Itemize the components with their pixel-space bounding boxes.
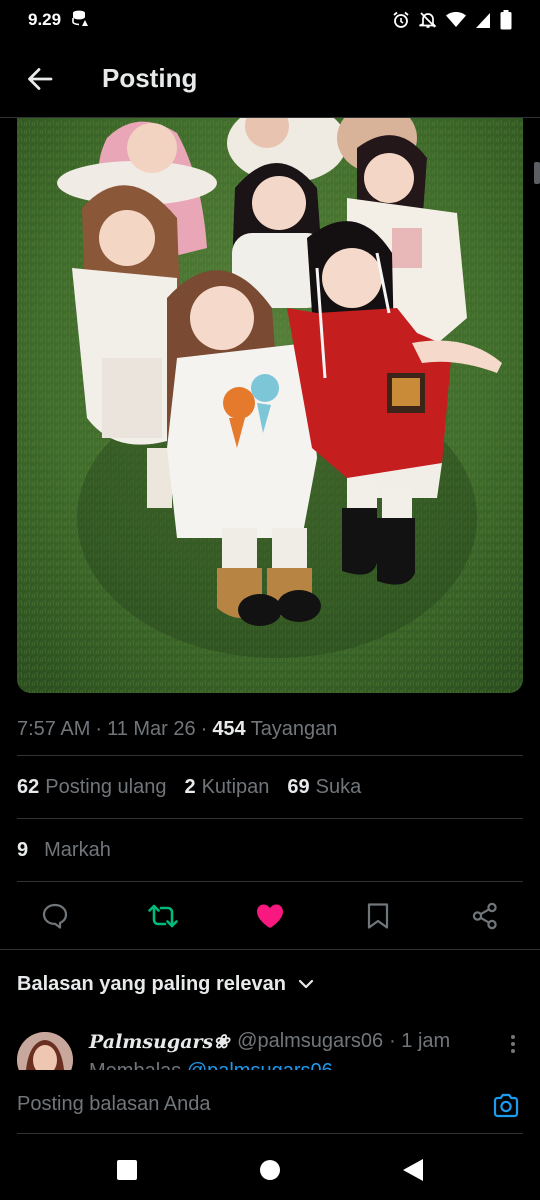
reposts-label: Posting ulang [45, 775, 167, 798]
post-time: 7:57 AM [17, 718, 91, 740]
app-header: Posting [0, 40, 540, 118]
views-label: Tayangan [250, 718, 338, 740]
likes-label: Suka [315, 775, 362, 798]
separator: · [95, 718, 103, 740]
likes-stat[interactable]: 69 Suka [287, 776, 361, 799]
quotes-label: Kutipan [201, 775, 270, 798]
page-title: Posting [102, 63, 198, 93]
likes-count: 69 [287, 775, 310, 798]
mute-icon [419, 11, 437, 29]
status-time: 9.29 [28, 10, 62, 29]
share-icon [472, 902, 497, 929]
divider [17, 1133, 523, 1134]
square-icon [116, 1160, 137, 1180]
bookmarks-label: Markah [44, 838, 111, 861]
replies-sort-dropdown[interactable]: Balasan yang paling relevan [17, 966, 314, 1002]
quotes-count: 2 [184, 775, 196, 798]
post-meta: 7:57 AM · 11 Mar 26 · 454 Tayangan [17, 706, 523, 756]
post-stats: 62 Posting ulang 2 Kutipan 69 Suka [17, 756, 523, 819]
avatar[interactable] [17, 1032, 73, 1070]
wifi-icon [446, 11, 466, 29]
recents-button[interactable] [107, 1150, 147, 1190]
share-button[interactable] [470, 901, 500, 931]
like-button[interactable] [255, 901, 285, 931]
reply-display-name[interactable]: Palmsugars❀ [89, 1031, 229, 1053]
triangle-back-icon [403, 1159, 424, 1181]
back-button[interactable] [20, 59, 60, 99]
camera-button[interactable] [490, 1090, 522, 1122]
more-options-icon[interactable] [505, 1032, 521, 1056]
scrollbar[interactable] [534, 162, 540, 184]
alarm-icon [392, 11, 410, 29]
bookmarks-stat[interactable]: 9 Markah [17, 819, 523, 882]
like-icon [257, 904, 283, 928]
bookmark-icon [367, 902, 388, 929]
reply-input[interactable]: Posting balasan Anda [17, 1084, 477, 1124]
reply-context: Membalas @palmsugars06 [89, 1060, 333, 1070]
reply-item[interactable]: Palmsugars❀ @palmsugars06 · 1 jam Membal… [17, 1030, 527, 1070]
home-button[interactable] [250, 1150, 290, 1190]
reply-context-prefix: Membalas [89, 1060, 187, 1070]
reply-icon [42, 903, 68, 929]
reply-header: Palmsugars❀ @palmsugars06 · 1 jam [89, 1030, 450, 1053]
replies-sort-label: Balasan yang paling relevan [17, 972, 286, 995]
signal-icon [475, 11, 491, 29]
camera-icon [493, 1093, 519, 1118]
repost-icon [147, 904, 178, 927]
reply-button[interactable] [40, 901, 70, 931]
reply-handle[interactable]: @palmsugars06 [237, 1030, 383, 1053]
bookmarks-count: 9 [17, 838, 29, 861]
compose-bar: Posting balasan Anda [0, 1070, 540, 1140]
reply-mention[interactable]: @palmsugars06 [187, 1060, 333, 1070]
post-actions [0, 882, 540, 950]
post-image[interactable] [17, 118, 523, 693]
quotes-stat[interactable]: 2 Kutipan [184, 776, 269, 799]
chevron-down-icon [298, 978, 314, 990]
separator: · [200, 718, 208, 740]
reply-time: · 1 jam [389, 1030, 451, 1052]
status-bar: 9.29 [0, 0, 540, 40]
storage-icon [71, 9, 89, 32]
reposts-stat[interactable]: 62 Posting ulang [17, 776, 166, 799]
repost-button[interactable] [147, 901, 178, 931]
back-arrow-icon [28, 67, 53, 90]
circle-icon [259, 1160, 280, 1180]
battery-icon [500, 10, 512, 30]
back-nav-button[interactable] [393, 1150, 433, 1190]
bookmark-button[interactable] [363, 901, 393, 931]
group-photo [17, 118, 523, 693]
views-count: 454 [212, 718, 246, 740]
reposts-count: 62 [17, 775, 40, 798]
system-nav-bar [0, 1140, 540, 1200]
post-date: 11 Mar 26 [107, 718, 196, 740]
